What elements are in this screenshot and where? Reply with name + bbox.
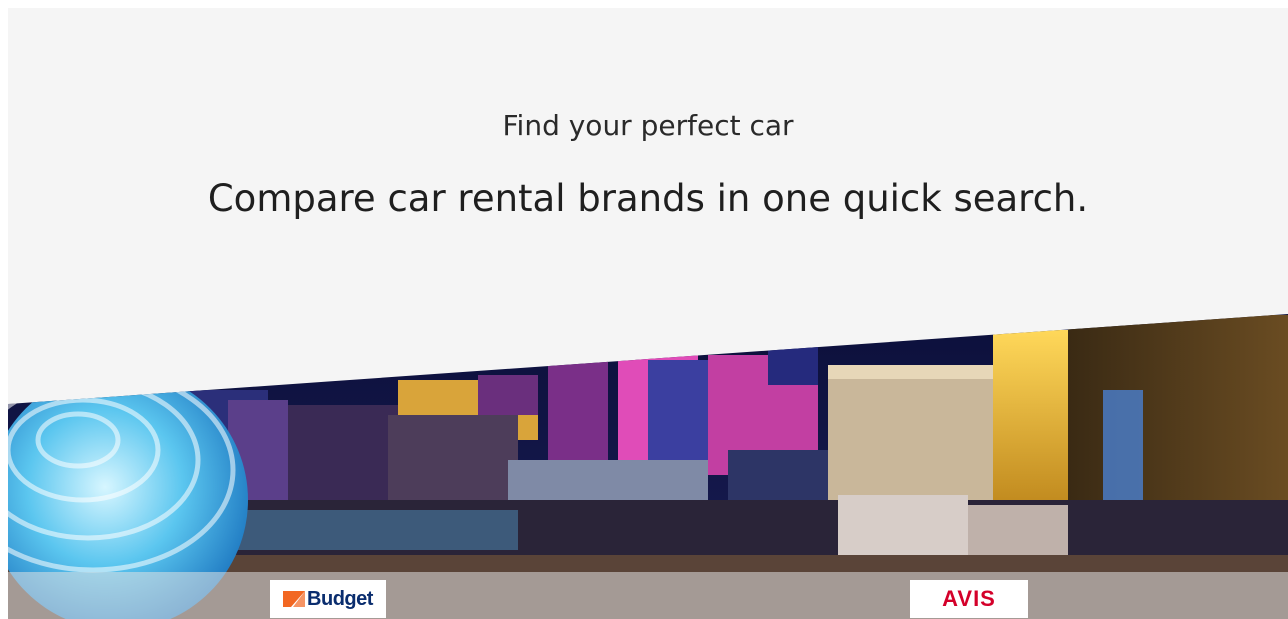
budget-logo-text: Budget	[307, 587, 373, 610]
avis-logo-text: AVIS	[942, 586, 996, 611]
budget-logo[interactable]: Budget	[270, 580, 386, 618]
hero-subtitle: Find your perfect car	[502, 109, 794, 142]
hero-headline: Compare car rental brands in one quick s…	[207, 177, 1089, 220]
page: Find your perfect car Compare car rental…	[0, 0, 1288, 619]
brand-logo-bar	[8, 572, 1288, 619]
avis-logo[interactable]: AVIS	[910, 580, 1028, 618]
budget-mark-icon	[283, 591, 306, 607]
